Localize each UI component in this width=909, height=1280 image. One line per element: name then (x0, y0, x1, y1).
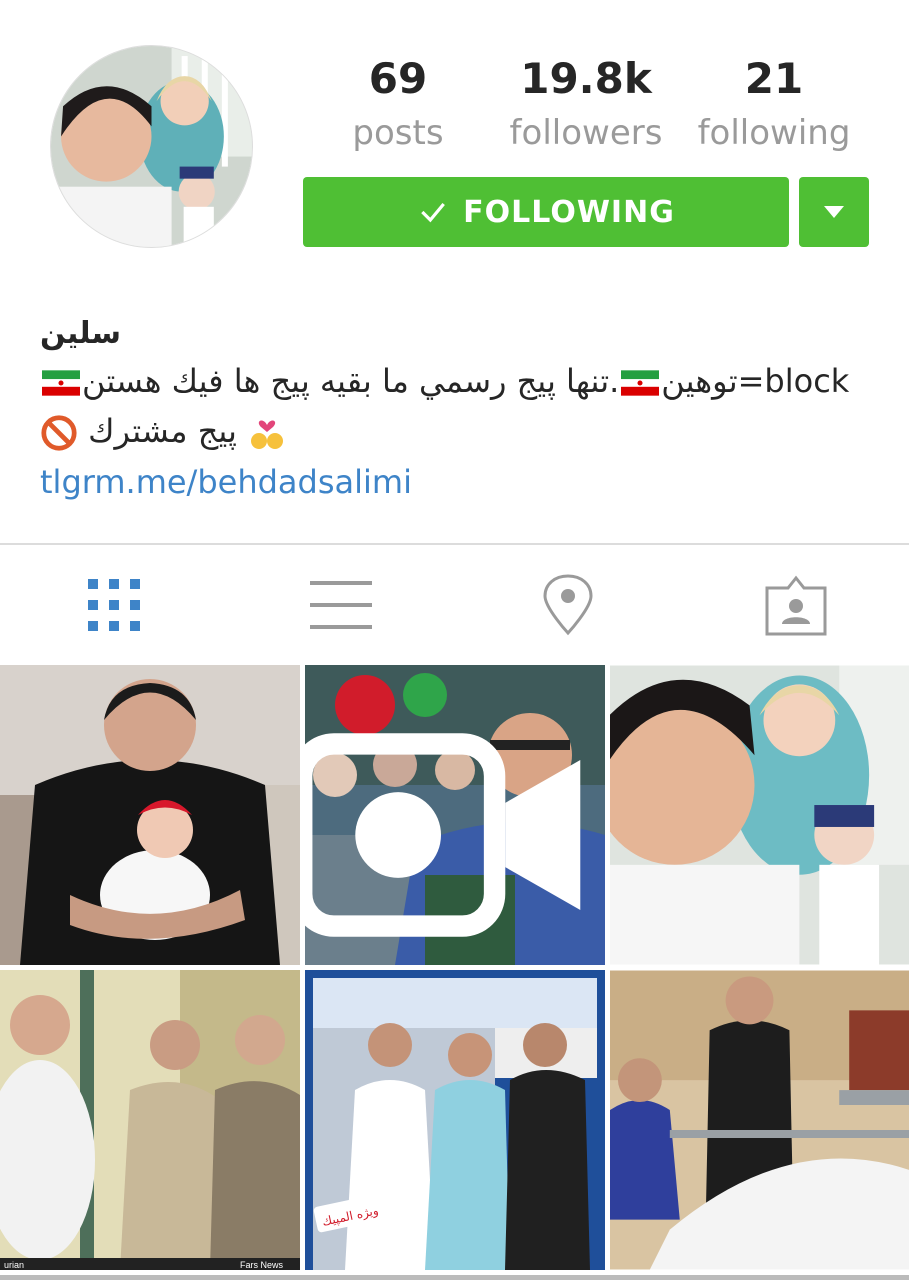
bio-line-2: پيج مشترك (40, 406, 860, 456)
next-row-preview (0, 1275, 909, 1280)
profile-avatar[interactable] (50, 45, 253, 248)
grid-video[interactable] (305, 665, 605, 965)
tab-places[interactable] (454, 545, 681, 665)
grid-photo[interactable] (610, 665, 909, 965)
bio-line-1: .تنها پيج رسمي ما بقيه پيج ها فيك هستن b… (40, 356, 860, 406)
following-button-label: FOLLOWING (463, 194, 675, 230)
followers-count: 19.8k (520, 54, 652, 103)
iran-flag-icon (621, 370, 660, 396)
suggestions-dropdown-button[interactable] (799, 177, 869, 247)
checkmark-icon (421, 202, 446, 223)
bio-line-1-text-b: .تنها پيج رسمي ما بقيه پيج ها فيك هستن (82, 362, 620, 400)
photo-thumbnail (0, 665, 300, 965)
photo-caption-left: urian (4, 1260, 24, 1270)
grid-photo[interactable] (0, 665, 300, 965)
grid-photo[interactable] (610, 970, 909, 1270)
posts-stat[interactable]: 69 posts (303, 52, 493, 160)
tab-grid-view[interactable] (0, 545, 227, 665)
profile-bio: سلين .تنها پيج رسمي ما بقيه پيج ها فيك ه… (40, 312, 860, 508)
photo-thumbnail: ويژه المپيك (305, 970, 605, 1270)
following-stat[interactable]: 21 following (679, 52, 869, 160)
tab-tagged[interactable] (682, 545, 909, 665)
following-count: 21 (744, 54, 804, 103)
avatar-image (51, 46, 252, 247)
bio-line-2-text: پيج مشترك (88, 412, 237, 450)
profile-stats: 69 posts 19.8k followers 21 following (303, 52, 869, 162)
followers-label: followers (509, 113, 663, 153)
profile-view-tabs (0, 545, 909, 665)
couple-with-heart-icon (251, 420, 284, 449)
caret-down-icon (824, 206, 844, 218)
video-camera-icon (305, 733, 581, 937)
profile-name: سلين (40, 316, 121, 351)
bio-website-link[interactable]: tlgrm.me/behdadsalimi (40, 456, 860, 508)
no-entry-sign-icon (41, 415, 77, 451)
grid-icon (87, 579, 140, 631)
grid-photo[interactable]: ويژه المپيك (305, 970, 605, 1270)
list-icon (309, 581, 372, 629)
tab-list-view[interactable] (227, 545, 454, 665)
photo-caption-right: Fars News (240, 1260, 284, 1270)
location-pin-icon (542, 574, 593, 636)
followers-stat[interactable]: 19.8k followers (493, 52, 679, 160)
following-label: following (697, 113, 851, 153)
following-button[interactable]: FOLLOWING (303, 177, 789, 247)
grid-photo[interactable]: urian Fars News (0, 970, 300, 1270)
tagged-person-icon (765, 575, 826, 636)
photo-grid: urian Fars News ويژه المپيك (0, 665, 909, 1280)
photo-thumbnail: urian Fars News (0, 970, 300, 1270)
posts-label: posts (352, 113, 444, 153)
photo-thumbnail (610, 970, 909, 1270)
posts-count: 69 (368, 54, 428, 103)
bio-line-1-text-a: block=توهين (661, 362, 850, 400)
iran-flag-icon (42, 370, 80, 396)
photo-thumbnail (610, 665, 909, 965)
